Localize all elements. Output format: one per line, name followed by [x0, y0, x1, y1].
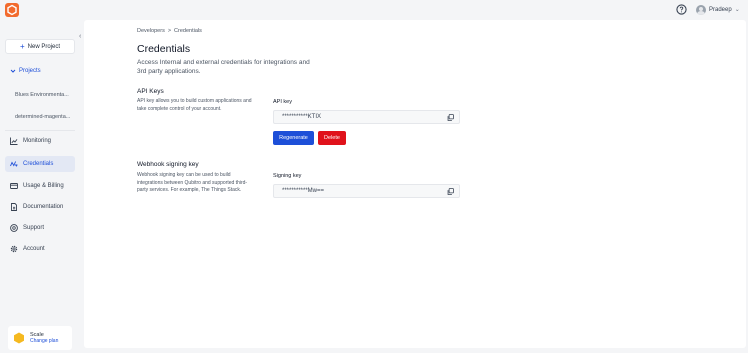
page-description: Access Internal and external credentials… — [137, 59, 310, 75]
sidebar-item-label: Usage & Billing — [23, 183, 64, 189]
help-circle-icon[interactable] — [676, 4, 687, 15]
chevron-down-icon: ⌄ — [734, 7, 740, 13]
document-icon — [11, 203, 17, 211]
main-panel: Developers > Credentials Credentials Acc… — [84, 20, 746, 348]
user-name: Pradeep — [709, 6, 732, 13]
sidebar-item-credentials[interactable]: Credentials — [5, 156, 75, 172]
hexagon-plan-icon — [14, 332, 24, 344]
signing-key-label: Signing key — [273, 173, 302, 179]
sidebar-item-monitoring[interactable]: Monitoring — [5, 133, 75, 149]
sidebar-item-label: Account — [23, 246, 45, 252]
chart-icon — [10, 137, 18, 145]
api-key-value: ***********KTIX — [282, 114, 322, 120]
avatar — [696, 4, 706, 15]
api-key-field[interactable]: ***********KTIX — [273, 110, 460, 124]
sidebar-item-label: Credentials — [23, 161, 54, 167]
webhook-title: Webhook signing key — [137, 161, 199, 168]
sidebar-item-documentation[interactable]: Documentation — [5, 199, 75, 215]
api-keys-description: API key allows you to build custom appli… — [137, 98, 252, 112]
page-title: Credentials — [137, 43, 191, 55]
webhook-description: Webhook signing key can be used to build… — [137, 172, 248, 193]
sidebar-item-support[interactable]: Support — [5, 220, 75, 236]
breadcrumb: Developers > Credentials — [137, 28, 202, 34]
sidebar-divider — [5, 130, 75, 131]
chevron-down-icon — [10, 69, 16, 73]
signing-key-value: ***********Mw== — [282, 188, 325, 194]
sidebar-item-label: Documentation — [23, 204, 64, 210]
sidebar-item-account[interactable]: Account — [5, 241, 75, 257]
projects-toggle[interactable]: Projects — [10, 68, 41, 74]
projects-label: Projects — [19, 68, 41, 74]
card-icon — [10, 183, 18, 189]
user-menu[interactable]: Pradeep ⌄ — [696, 3, 740, 16]
regenerate-button[interactable]: Regenerate — [273, 131, 314, 145]
project-item[interactable]: determined-magenta... — [15, 114, 70, 120]
sidebar-item-usage-billing[interactable]: Usage & Billing — [5, 178, 75, 194]
copy-icon[interactable] — [447, 188, 454, 195]
collapse-sidebar-icon[interactable]: ‹ — [79, 33, 81, 40]
breadcrumb-separator: > — [167, 28, 172, 34]
delete-button[interactable]: Delete — [318, 131, 346, 145]
key-icon — [10, 161, 18, 167]
top-bar: Pradeep ⌄ — [0, 0, 748, 20]
gear-icon — [10, 245, 18, 253]
change-plan-link[interactable]: Change plan — [30, 338, 58, 344]
new-project-button[interactable]: + New Project — [5, 39, 75, 54]
signing-key-field[interactable]: ***********Mw== — [273, 184, 460, 198]
plus-icon: + — [19, 41, 25, 51]
project-item[interactable]: Blues Environmenta... — [15, 92, 69, 98]
copy-icon[interactable] — [447, 114, 454, 121]
support-icon — [10, 224, 18, 232]
sidebar-item-label: Support — [23, 225, 45, 231]
plan-card: Scale Change plan — [8, 326, 72, 350]
api-keys-title: API Keys — [137, 88, 164, 95]
breadcrumb-developers[interactable]: Developers — [137, 28, 165, 34]
api-key-label: API key — [273, 99, 292, 105]
breadcrumb-credentials: Credentials — [174, 28, 202, 34]
hexagon-logo-icon[interactable] — [5, 3, 19, 17]
sidebar-item-label: Monitoring — [23, 138, 52, 144]
new-project-label: New Project — [27, 43, 60, 50]
